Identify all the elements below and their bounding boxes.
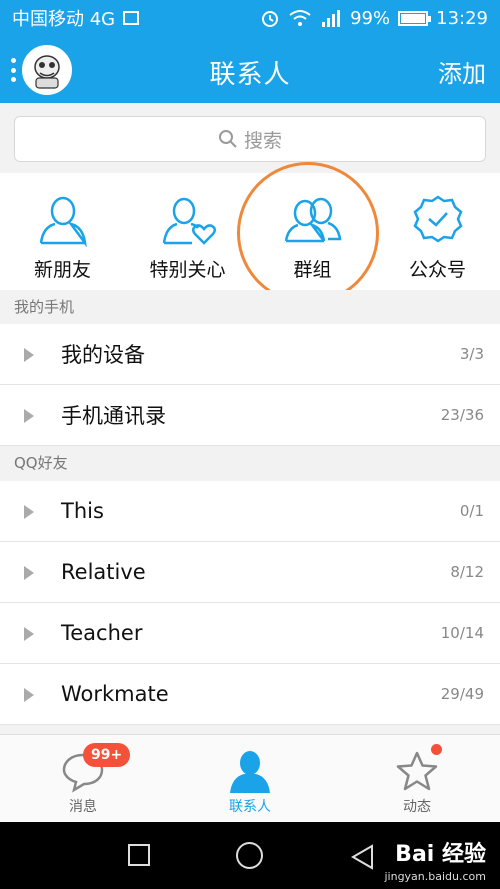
section-header-my-phone: 我的手机 bbox=[0, 290, 500, 324]
group-count: 23/36 bbox=[440, 406, 484, 424]
tab-moments[interactable]: 动态 bbox=[334, 735, 500, 823]
person-icon bbox=[39, 196, 87, 247]
group-count: 10/14 bbox=[440, 624, 484, 642]
recent-apps-button[interactable] bbox=[128, 844, 150, 866]
group-row-relative[interactable]: Relative 8/12 bbox=[0, 542, 500, 603]
quick-label: 公众号 bbox=[408, 259, 466, 281]
new-activity-dot bbox=[431, 744, 442, 755]
expand-arrow-icon bbox=[24, 627, 34, 641]
app-header: 中国移动 4G 99% 13:29 联系人 添加 bbox=[0, 0, 500, 103]
group-name: 我的设备 bbox=[61, 343, 145, 367]
search-icon bbox=[218, 130, 237, 148]
wifi-icon bbox=[289, 10, 311, 26]
alarm-icon bbox=[262, 11, 279, 27]
quick-label: 新朋友 bbox=[33, 259, 91, 281]
tab-label: 动态 bbox=[403, 799, 431, 815]
clock: 13:29 bbox=[436, 7, 488, 29]
system-navigation-bar: Bai 经验 jingyan.baidu.com bbox=[0, 822, 500, 889]
quick-label: 特别关心 bbox=[149, 259, 226, 281]
section-header-qq-friends: QQ好友 bbox=[0, 446, 500, 480]
search-input[interactable]: 搜索 bbox=[14, 116, 486, 162]
battery-icon bbox=[398, 10, 432, 26]
person-filled-icon bbox=[230, 751, 270, 793]
watermark-url: jingyan.baidu.com bbox=[384, 870, 486, 883]
back-button[interactable] bbox=[350, 844, 374, 870]
group-name: Teacher bbox=[61, 621, 143, 645]
carrier-label: 中国移动 4G bbox=[12, 9, 116, 30]
tab-contacts[interactable]: 联系人 bbox=[167, 735, 333, 823]
home-button[interactable] bbox=[236, 842, 263, 869]
group-row-this[interactable]: This 0/1 bbox=[0, 481, 500, 542]
group-count: 8/12 bbox=[450, 563, 484, 581]
group-count: 29/49 bbox=[440, 685, 484, 703]
expand-arrow-icon bbox=[24, 688, 34, 702]
person-heart-icon bbox=[162, 197, 216, 245]
bottom-tab-bar: 99+ 消息 联系人 动态 bbox=[0, 734, 500, 822]
watermark: Bai 经验 jingyan.baidu.com bbox=[384, 836, 486, 883]
verified-badge-icon bbox=[412, 195, 463, 243]
page-title: 联系人 bbox=[209, 60, 291, 90]
signal-icon bbox=[322, 10, 341, 27]
group-name: 手机通讯录 bbox=[61, 404, 166, 428]
status-bar: 中国移动 4G 99% 13:29 bbox=[0, 0, 500, 36]
group-row-phone-contacts[interactable]: 手机通讯录 23/36 bbox=[0, 385, 500, 446]
tab-label: 消息 bbox=[69, 799, 97, 815]
unread-badge: 99+ bbox=[83, 743, 131, 767]
search-area: 搜索 bbox=[0, 103, 500, 173]
sim-icon bbox=[123, 11, 140, 25]
group-count: 0/1 bbox=[459, 502, 484, 520]
battery-percent: 99% bbox=[350, 7, 391, 29]
tab-messages[interactable]: 99+ 消息 bbox=[0, 735, 166, 823]
quick-official-accounts[interactable]: 公众号 bbox=[375, 173, 500, 290]
watermark-brand: Bai 经验 bbox=[395, 842, 486, 867]
group-count: 3/3 bbox=[459, 345, 484, 363]
star-icon bbox=[396, 751, 438, 791]
tab-label: 联系人 bbox=[229, 799, 271, 815]
expand-arrow-icon bbox=[24, 409, 34, 423]
expand-arrow-icon bbox=[24, 566, 34, 580]
expand-arrow-icon bbox=[24, 348, 34, 362]
group-name: Relative bbox=[61, 560, 146, 584]
title-bar: 联系人 添加 bbox=[0, 36, 500, 103]
highlight-ring bbox=[237, 162, 379, 304]
group-row-my-devices[interactable]: 我的设备 3/3 bbox=[0, 324, 500, 385]
expand-arrow-icon bbox=[24, 505, 34, 519]
quick-new-friends[interactable]: 新朋友 bbox=[0, 173, 125, 290]
group-name: Workmate bbox=[61, 682, 169, 706]
group-name: This bbox=[61, 499, 104, 523]
group-row-workmate[interactable]: Workmate 29/49 bbox=[0, 664, 500, 725]
group-row-teacher[interactable]: Teacher 10/14 bbox=[0, 603, 500, 664]
add-contact-button[interactable]: 添加 bbox=[438, 54, 486, 89]
quick-special-care[interactable]: 特别关心 bbox=[125, 173, 250, 290]
search-placeholder: 搜索 bbox=[243, 129, 282, 152]
